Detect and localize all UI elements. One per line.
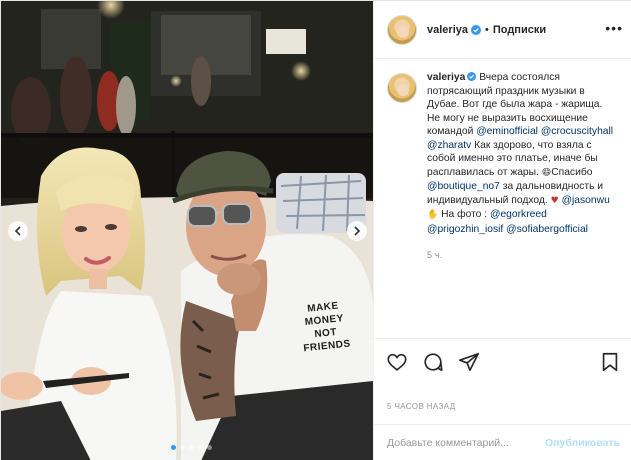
caption-author[interactable]: valeriya	[427, 72, 465, 83]
hand-emoji: ✋	[427, 210, 439, 220]
share-icon[interactable]	[458, 351, 480, 373]
smile-emoji: 😄	[541, 167, 552, 178]
caption-text: Спасибо	[551, 166, 593, 178]
photo-scene	[1, 1, 373, 460]
chevron-right-icon	[354, 226, 361, 236]
mention-link[interactable]: @zharatv	[427, 140, 471, 151]
following-button[interactable]: Подписки	[493, 24, 546, 36]
comments-area: valeriya Вчера состоялся потрясающий пра…	[374, 59, 631, 334]
verified-icon	[470, 24, 481, 35]
heart-icon[interactable]	[386, 351, 408, 373]
shirt-print: MAKE MONEY NOT FRIENDS	[287, 297, 362, 356]
caption-text: На фото :	[438, 209, 490, 220]
more-options-icon[interactable]: •••	[605, 21, 623, 35]
mention-link[interactable]: @eminofficial	[476, 126, 538, 137]
mention-link[interactable]: @egorkreed	[490, 209, 547, 220]
carousel-prev-button[interactable]	[8, 221, 28, 241]
bookmark-icon[interactable]	[599, 351, 621, 373]
carousel-dot	[207, 445, 212, 450]
publish-button[interactable]: Опубликовать	[545, 437, 620, 449]
post-photo[interactable]: MAKE MONEY NOT FRIENDS	[1, 1, 373, 460]
comment-icon[interactable]	[422, 351, 444, 373]
mention-link[interactable]: @prigozhin_iosif	[427, 224, 503, 235]
carousel-dot	[171, 445, 176, 450]
caption-body: valeriya Вчера состоялся потрясающий пра…	[427, 71, 617, 263]
chevron-left-icon	[14, 226, 21, 236]
carousel-indicator	[171, 445, 212, 450]
carousel-next-button[interactable]	[347, 221, 367, 241]
carousel-dot	[180, 445, 185, 450]
separator: •	[484, 23, 489, 36]
caption: valeriya Вчера состоялся потрясающий пра…	[387, 71, 620, 263]
post-side-panel: valeriya • Подписки ••• valeriya Вчера с…	[373, 1, 631, 460]
avatar[interactable]	[387, 73, 417, 103]
instagram-post: MAKE MONEY NOT FRIENDS valeriya • Подпис…	[0, 0, 631, 460]
heart-emoji: ♥	[550, 195, 559, 206]
mention-link[interactable]: @sofiabergofficial	[506, 224, 588, 235]
carousel-dot	[198, 445, 203, 450]
carousel-dot	[189, 445, 194, 450]
mention-link[interactable]: @crocuscityhall	[541, 126, 613, 137]
post-header: valeriya • Подписки •••	[374, 1, 631, 59]
caption-time[interactable]: 5 ч.	[427, 249, 617, 263]
comment-input[interactable]	[387, 437, 546, 449]
avatar[interactable]	[387, 14, 417, 45]
action-bar	[374, 338, 631, 384]
mention-link[interactable]: @boutique_no7	[427, 181, 500, 192]
mention-link[interactable]: @jasonwu	[562, 195, 610, 206]
post-timestamp[interactable]: 5 ЧАСОВ НАЗАД	[387, 402, 456, 411]
add-comment-bar: Опубликовать	[374, 424, 631, 460]
author-username[interactable]: valeriya	[427, 24, 468, 36]
